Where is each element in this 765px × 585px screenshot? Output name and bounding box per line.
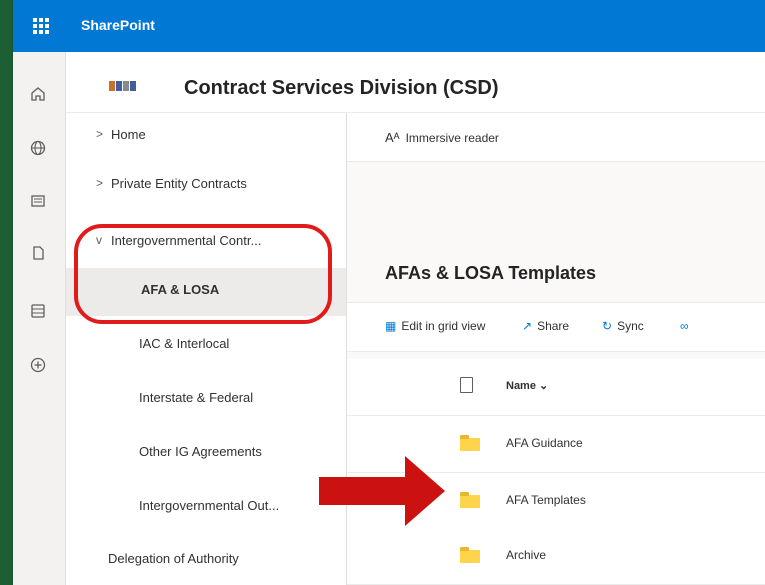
app-name[interactable]: SharePoint	[81, 17, 155, 33]
file-type-icon	[460, 377, 473, 393]
share-button[interactable]: ↗ Share	[522, 319, 569, 333]
nav-item-interstate-federal[interactable]: Interstate & Federal	[66, 376, 346, 424]
home-icon[interactable]	[28, 85, 48, 105]
page-command-bar: Aᴬ Immersive reader	[347, 113, 765, 162]
share-label: Share	[537, 319, 570, 333]
list-icon[interactable]	[28, 302, 48, 322]
nav-item-intergovernmental-outgoing[interactable]: Intergovernmental Out...	[66, 484, 346, 532]
sharepoint-window: SharePoint Contract Services Division (C…	[12, 0, 765, 585]
globe-icon[interactable]	[28, 139, 48, 159]
add-icon[interactable]	[28, 356, 48, 376]
edit-in-grid-view-button[interactable]: ▦ Edit in grid view	[385, 319, 485, 333]
chevron-right-icon[interactable]: >	[96, 127, 103, 141]
nav-item-label: Private Entity Contracts	[111, 176, 247, 191]
left-navigation: > Home > Private Entity Contracts v Inte…	[66, 113, 347, 585]
sync-button[interactable]: ↻ Sync	[602, 319, 644, 333]
nav-item-delegation-of-authority[interactable]: Delegation of Authority	[66, 537, 346, 585]
copy-link-button[interactable]: ∞	[680, 319, 694, 333]
nav-item-label: Interstate & Federal	[139, 390, 254, 405]
sort-chevron-icon: ⌄	[539, 380, 549, 392]
suite-header: SharePoint	[13, 0, 765, 52]
edit-in-grid-view-label: Edit in grid view	[401, 319, 486, 333]
nav-item-label: Intergovernmental Out...	[139, 498, 280, 513]
nav-item-home[interactable]: > Home	[66, 113, 346, 161]
nav-item-label: Home	[111, 127, 146, 142]
nav-item-label: Other IG Agreements	[139, 444, 262, 459]
app-bar	[13, 52, 66, 585]
grid-icon: ▦	[385, 319, 397, 333]
nav-item-label: IAC & Interlocal	[139, 336, 230, 351]
nav-item-iac-interlocal[interactable]: IAC & Interlocal	[66, 322, 346, 370]
nav-item-other-ig-agreements[interactable]: Other IG Agreements	[66, 430, 346, 478]
app-launcher-icon[interactable]	[33, 18, 49, 34]
site-header: Contract Services Division (CSD)	[66, 52, 765, 113]
site-logo[interactable]	[109, 81, 140, 93]
column-header-name[interactable]: Name ⌄	[506, 379, 548, 392]
nav-item-private-entity-contracts[interactable]: > Private Entity Contracts	[66, 162, 346, 210]
folder-icon	[460, 547, 480, 563]
library-command-bar: ▦ Edit in grid view ↗ Share ↻ Sync ∞	[347, 302, 765, 352]
item-name[interactable]: AFA Templates	[506, 493, 586, 507]
folder-icon	[460, 492, 480, 508]
file-icon[interactable]	[28, 244, 48, 264]
list-header-row: Name ⌄	[347, 359, 765, 416]
library-title: AFAs & LOSA Templates	[385, 263, 597, 283]
item-name[interactable]: AFA Guidance	[506, 436, 583, 450]
sync-icon: ↻	[602, 319, 613, 333]
annotation-arrow-icon	[319, 456, 445, 526]
link-icon: ∞	[680, 319, 689, 333]
immersive-reader-label: Immersive reader	[405, 131, 499, 145]
nav-item-label: Delegation of Authority	[108, 551, 239, 566]
folder-icon	[460, 435, 480, 451]
immersive-reader-icon: Aᴬ	[385, 130, 400, 145]
item-name[interactable]: Archive	[506, 548, 546, 562]
news-icon[interactable]	[28, 192, 48, 212]
list-item[interactable]: Archive	[347, 528, 765, 585]
share-icon: ↗	[522, 319, 533, 333]
sync-label: Sync	[617, 319, 644, 333]
site-title[interactable]: Contract Services Division (CSD)	[184, 77, 499, 100]
chevron-right-icon[interactable]: >	[96, 176, 103, 190]
annotation-highlight-oval	[74, 224, 332, 324]
immersive-reader-button[interactable]: Aᴬ Immersive reader	[385, 130, 499, 145]
